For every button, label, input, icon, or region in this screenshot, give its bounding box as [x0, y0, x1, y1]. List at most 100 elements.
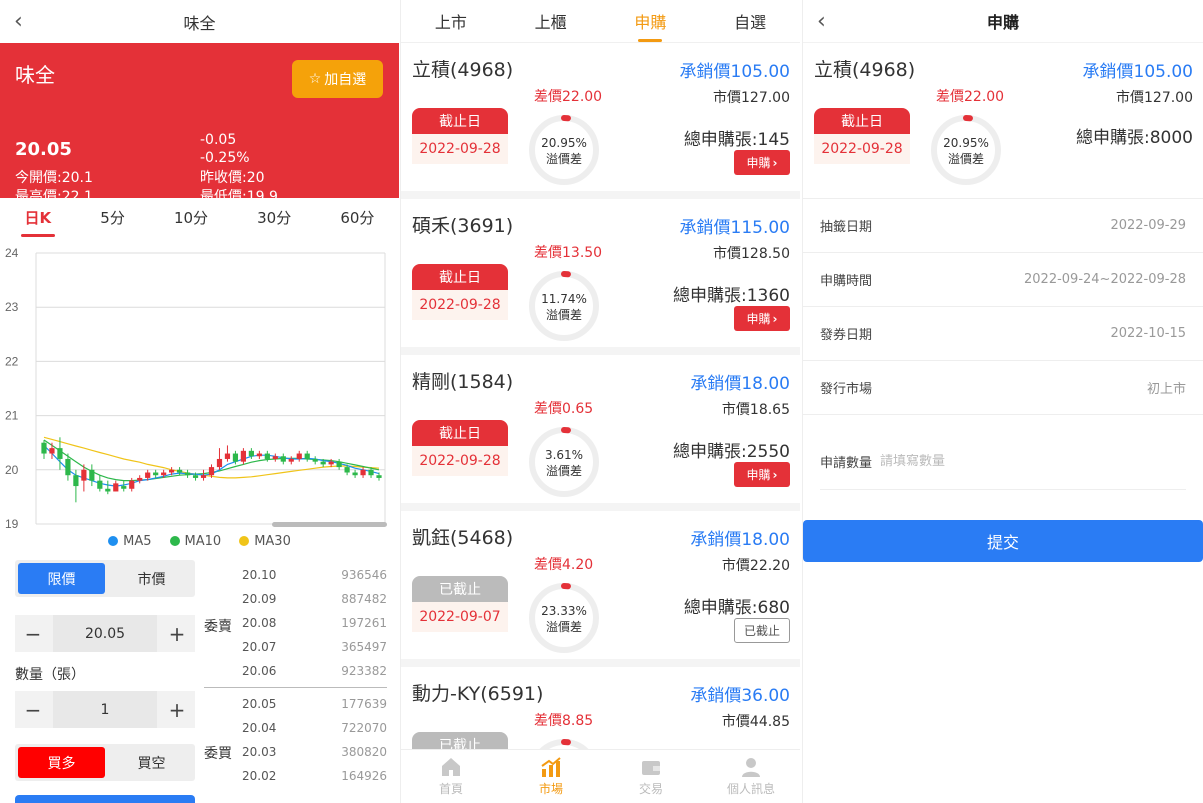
tab-5min[interactable]: 5分	[94, 207, 131, 228]
tab-daily-k[interactable]: 日K	[19, 207, 58, 237]
candle-body	[192, 475, 199, 478]
deadline-label: 截止日	[412, 264, 508, 290]
change-value: -0.05	[200, 132, 237, 148]
subscription-card[interactable]: 精剛(1584) 承銷價18.00 差價0.65 市價18.65 截止日 2022-09-…	[401, 355, 800, 511]
back-icon[interactable]: ‹	[14, 9, 23, 34]
total-subscribed: 總申購張:1360	[673, 286, 790, 306]
quantity-minus-button[interactable]: −	[15, 698, 51, 722]
add-watchlist-button[interactable]: ☆ 加自選	[292, 60, 383, 98]
tab-60min[interactable]: 60分	[334, 207, 380, 228]
premium-pct: 11.74%	[541, 292, 587, 306]
quantity-input[interactable]: 1	[53, 691, 157, 728]
tab-listed[interactable]: 上市	[435, 9, 467, 33]
tab-otc[interactable]: 上櫃	[535, 9, 567, 33]
stock-detail-panel: ‹ 味全 味全 20.05 -0.05 -0.25% ☆ 加自選 今開價:20.…	[0, 0, 399, 803]
candle-body	[41, 442, 47, 454]
candle-body	[137, 477, 143, 481]
candle-body	[376, 475, 382, 478]
deadline-label: 截止日	[814, 108, 910, 134]
candle-body	[328, 461, 334, 465]
price-change: -0.05 -0.25%	[200, 131, 250, 167]
legend-ma30: MA30	[239, 534, 291, 549]
change-percent: -0.25%	[200, 150, 250, 166]
ask-qty: 923382	[341, 664, 387, 678]
deadline-date: 2022-09-28	[412, 290, 508, 320]
bid-price: 20.04	[242, 721, 277, 735]
market-price: 市價18.65	[721, 402, 790, 418]
premium-label: 溢價差	[545, 464, 582, 478]
candle-body	[216, 458, 223, 468]
y-tick-label: 22	[5, 354, 19, 368]
bottom-nav: 首頁 市場 交易 個人訊息	[401, 749, 800, 803]
y-tick-label: 19	[5, 517, 19, 531]
tab-watchlist[interactable]: 自選	[734, 9, 766, 33]
stock-price: 20.05	[15, 139, 72, 160]
submit-button[interactable]: 提交	[803, 520, 1203, 562]
buy-short-button[interactable]: 買空	[108, 744, 195, 781]
market-order-button[interactable]: 市價	[108, 560, 195, 597]
candle-body	[153, 472, 159, 476]
closed-button[interactable]: 已截止	[734, 618, 790, 643]
underwriting-price: 承銷價105.00	[1082, 62, 1193, 82]
buy-long-button[interactable]: 買多	[18, 747, 105, 778]
chart-icon	[541, 757, 561, 777]
deadline-badge: 截止日 2022-09-28	[412, 108, 508, 164]
tab-subscribe[interactable]: 申購	[634, 9, 666, 42]
limit-order-button[interactable]: 限價	[18, 563, 105, 594]
detail-nav-bar: ‹ 味全	[0, 0, 399, 43]
open-price: 今開價:20.1	[15, 170, 93, 186]
market-price: 市價22.20	[721, 558, 790, 574]
ask-qty: 936546	[341, 568, 387, 582]
premium-gauge: 20.95% 溢價差	[527, 113, 601, 187]
premium-gauge: 3.61% 溢價差	[527, 425, 601, 499]
nav-market[interactable]: 市場	[501, 750, 601, 803]
total-subscribed: 總申購張:8000	[1076, 128, 1193, 148]
subscribe-button[interactable]: 申購 ›	[734, 306, 790, 331]
premium-pct: 20.95%	[943, 136, 989, 150]
quantity-input[interactable]	[880, 454, 1051, 469]
quantity-field: 申請數量	[820, 434, 1186, 490]
tab-10min[interactable]: 10分	[168, 207, 214, 228]
deadline-date: 2022-09-28	[814, 134, 910, 164]
subscribe-button[interactable]: 申購 ›	[734, 462, 790, 487]
nav-trade[interactable]: 交易	[601, 750, 701, 803]
candle-body	[312, 458, 318, 462]
candlestick-chart[interactable]: 24 23 22 21 20 19	[0, 242, 399, 532]
candle-body	[176, 469, 183, 473]
candle-body	[145, 472, 151, 478]
premium-gauge: 20.95% 溢價差	[929, 113, 1003, 187]
stock-title: 精剛(1584)	[412, 371, 514, 393]
price-diff: 差價0.65	[534, 401, 594, 417]
candle-body	[97, 480, 103, 489]
y-tick-label: 23	[5, 300, 19, 314]
quantity-label: 數量（張）	[15, 667, 85, 683]
info-row-market: 發行市場 初上市	[803, 361, 1203, 415]
nav-home[interactable]: 首頁	[401, 750, 501, 803]
back-icon[interactable]: ‹	[817, 9, 826, 34]
gauge-text: 11.74% 溢價差	[527, 291, 601, 323]
subscription-card[interactable]: 立積(4968) 承銷價105.00 差價22.00 市價127.00 截止日 2022-…	[401, 43, 800, 199]
gauge-text: 3.61% 溢價差	[527, 447, 601, 479]
premium-pct: 20.95%	[541, 136, 587, 150]
subscribe-button[interactable]: 申購 ›	[734, 150, 790, 175]
bid-row: 20.05 177639	[204, 692, 387, 716]
price-plus-button[interactable]: +	[159, 622, 195, 646]
candle-body	[344, 467, 350, 473]
chevron-right-icon: ›	[772, 155, 778, 170]
subscription-card[interactable]: 凱鈺(5468) 承銷價18.00 差價4.20 市價22.20 已截止 2022-09-…	[401, 511, 800, 667]
price-input[interactable]: 20.05	[53, 615, 157, 652]
premium-gauge: 11.74% 溢價差	[527, 269, 601, 343]
candle-body	[232, 453, 239, 462]
tab-30min[interactable]: 30分	[251, 207, 297, 228]
order-type-toggle: 限價 市價	[15, 560, 195, 597]
place-order-button[interactable]	[15, 795, 195, 803]
price-minus-button[interactable]: −	[15, 622, 51, 646]
underwriting-price: 承銷價105.00	[679, 62, 790, 82]
deadline-badge: 截止日 2022-09-28	[412, 264, 508, 320]
subscription-card[interactable]: 碩禾(3691) 承銷價115.00 差價13.50 市價128.50 截止日 2022-…	[401, 199, 800, 355]
candle-body	[304, 453, 310, 459]
chevron-right-icon: ›	[772, 467, 778, 482]
nav-profile[interactable]: 個人訊息	[701, 750, 800, 803]
bid-row: 20.02 164926	[204, 764, 387, 788]
quantity-plus-button[interactable]: +	[159, 698, 195, 722]
